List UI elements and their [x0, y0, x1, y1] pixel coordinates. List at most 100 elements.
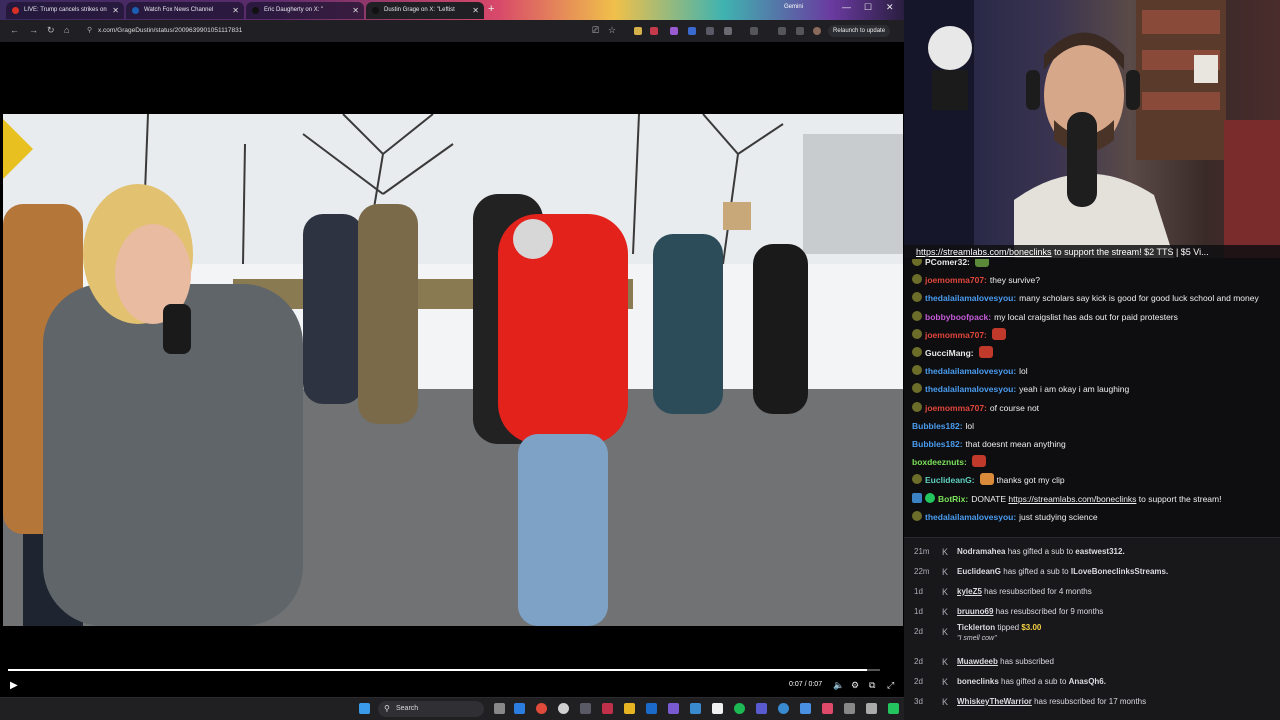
gift-recipient[interactable]: eastwest312. — [1075, 547, 1124, 556]
chat-message: joemomma707: — [912, 327, 1006, 343]
home-icon[interactable]: ⌂ — [64, 25, 69, 35]
chat-username[interactable]: GucciMang: — [925, 348, 974, 358]
chat-username[interactable]: bobbyboofpack: — [925, 312, 991, 322]
close-icon[interactable]: ✕ — [352, 2, 359, 19]
app-icon[interactable] — [580, 703, 591, 714]
extension-icon[interactable] — [634, 27, 642, 35]
app-icon[interactable] — [712, 703, 723, 714]
spotify-icon[interactable] — [734, 703, 745, 714]
chat-username[interactable]: BotRix: — [938, 494, 968, 504]
chrome-icon[interactable] — [536, 703, 547, 714]
file-explorer-icon[interactable] — [624, 703, 635, 714]
chat-link[interactable]: https://streamlabs.com/boneclinks — [1008, 494, 1136, 504]
settings-gear-icon[interactable]: ⚙ — [851, 680, 859, 691]
media-icon[interactable] — [796, 27, 804, 35]
app-icon[interactable] — [558, 703, 569, 714]
activity-body: EuclideanG has gifted a sub to ILoveBone… — [957, 562, 1168, 582]
split-view-icon[interactable] — [750, 27, 758, 35]
activity-username[interactable]: Muawdeeb — [957, 657, 998, 666]
chat-username[interactable]: Bubbles182: — [912, 421, 963, 431]
app-icon[interactable] — [690, 703, 701, 714]
activity-username[interactable]: bruuno69 — [957, 607, 993, 616]
app-icon[interactable] — [756, 703, 767, 714]
fox-favicon-icon — [132, 7, 139, 14]
download-icon[interactable] — [778, 27, 786, 35]
activity-item: 2d K Ticklerton tipped $3.00 "I smell cow" — [904, 622, 1280, 642]
chat-username[interactable]: thedalailamalovesyou: — [925, 512, 1016, 522]
start-menu-icon[interactable] — [359, 703, 370, 714]
avatar[interactable] — [813, 27, 821, 35]
activity-username[interactable]: kyleZ5 — [957, 587, 982, 596]
donate-link[interactable]: https://streamlabs.com/boneclinks — [916, 247, 1052, 257]
steam-icon[interactable] — [646, 703, 657, 714]
gift-recipient[interactable]: AnasQh6. — [1069, 677, 1106, 686]
volume-icon[interactable]: 🔈 — [833, 680, 844, 691]
fullscreen-icon[interactable]: ⤢ — [887, 680, 894, 691]
close-icon[interactable]: ✕ — [472, 2, 479, 19]
forward-icon[interactable]: → — [29, 25, 38, 35]
activity-username[interactable]: WhiskeyTheWarrior — [957, 697, 1032, 706]
chat-username[interactable]: boxdeeznuts: — [912, 457, 967, 467]
chat-username[interactable]: PComer32: — [925, 259, 970, 267]
chat-username[interactable]: thedalailamalovesyou: — [925, 366, 1016, 376]
app-icon[interactable] — [800, 703, 811, 714]
tab-dustin-grage[interactable]: Dustin Grage on X: "Leftist ✕ — [366, 2, 484, 19]
extension-icon[interactable] — [706, 27, 714, 35]
maximize-icon[interactable]: ☐ — [864, 2, 872, 13]
activity-time: 22m — [914, 567, 930, 576]
activity-username[interactable]: Ticklerton — [957, 623, 995, 632]
bookmark-star-icon[interactable]: ☆ — [608, 25, 616, 36]
task-view-icon[interactable] — [494, 703, 505, 714]
reload-icon[interactable]: ↻ — [47, 25, 55, 36]
tab-trump-strikes[interactable]: LIVE: Trump cancels strikes on ✕ — [6, 2, 124, 19]
relaunch-button[interactable]: Relaunch to update — [828, 25, 891, 37]
chat-username[interactable]: Bubbles182: — [912, 439, 963, 449]
activity-username[interactable]: EuclideanG — [957, 567, 1001, 576]
close-icon[interactable]: ✕ — [232, 2, 239, 19]
video-frame[interactable] — [3, 114, 903, 626]
app-icon[interactable] — [602, 703, 613, 714]
activity-username[interactable]: Nodramahea — [957, 547, 1005, 556]
install-icon[interactable]: ⎚ — [592, 25, 599, 36]
chat-text: thanks got my clip — [996, 475, 1065, 486]
play-icon[interactable]: ▶ — [10, 680, 18, 691]
extension-icon[interactable] — [650, 27, 658, 35]
close-window-icon[interactable]: ✕ — [886, 2, 894, 13]
url-field[interactable]: ⚲ x.com/GrageDustin/status/2009639901051… — [86, 24, 586, 38]
chat-username[interactable]: thedalailamalovesyou: — [925, 293, 1016, 303]
kick-icon: K — [942, 607, 949, 617]
edge-icon[interactable] — [514, 703, 525, 714]
app-icon[interactable] — [844, 703, 855, 714]
back-icon[interactable]: ← — [10, 25, 19, 35]
tab-fox-news[interactable]: Watch Fox News Channel ✕ — [126, 2, 244, 19]
activity-username[interactable]: boneclinks — [957, 677, 999, 686]
extensions-puzzle-icon[interactable] — [724, 27, 732, 35]
donate-banner-text: to support the stream! $2 TTS | $5 Vi... — [1051, 247, 1209, 257]
taskbar-search[interactable]: ⚲ Search — [378, 701, 484, 717]
close-icon[interactable]: ✕ — [112, 2, 119, 19]
seek-bar[interactable] — [8, 669, 880, 671]
new-tab-button[interactable]: + — [488, 2, 494, 17]
kick-icon: K — [942, 657, 949, 667]
chat-username[interactable]: thedalailamalovesyou: — [925, 384, 1016, 394]
chat-username[interactable]: EuclideanG: — [925, 475, 975, 485]
app-icon[interactable] — [888, 703, 899, 714]
chat-username[interactable]: joemomma707: — [925, 403, 987, 413]
app-icon[interactable] — [778, 703, 789, 714]
app-icon[interactable] — [822, 703, 833, 714]
extension-icon[interactable] — [670, 27, 678, 35]
chat-username[interactable]: joemomma707: — [925, 330, 987, 340]
gift-recipient[interactable]: ILoveBoneclinksStreams. — [1071, 567, 1168, 576]
extension-icon[interactable] — [688, 27, 696, 35]
minimize-icon[interactable]: — — [842, 2, 851, 12]
tab-eric-daugherty[interactable]: Eric Daugherty on X: " ✕ — [246, 2, 364, 19]
chat-message: bobbyboofpack: my local craigslist has ad… — [912, 309, 1178, 325]
app-icon[interactable] — [866, 703, 877, 714]
picture-in-picture-icon[interactable]: ⧉ — [869, 680, 875, 691]
site-info-icon[interactable]: ⚲ — [87, 24, 92, 38]
activity-text: has gifted a sub to — [998, 677, 1069, 686]
profile-label[interactable]: Gemini — [784, 4, 803, 10]
chat-username[interactable]: joemomma707: — [925, 275, 987, 285]
webcam-overlay — [904, 0, 1280, 258]
app-icon[interactable] — [668, 703, 679, 714]
